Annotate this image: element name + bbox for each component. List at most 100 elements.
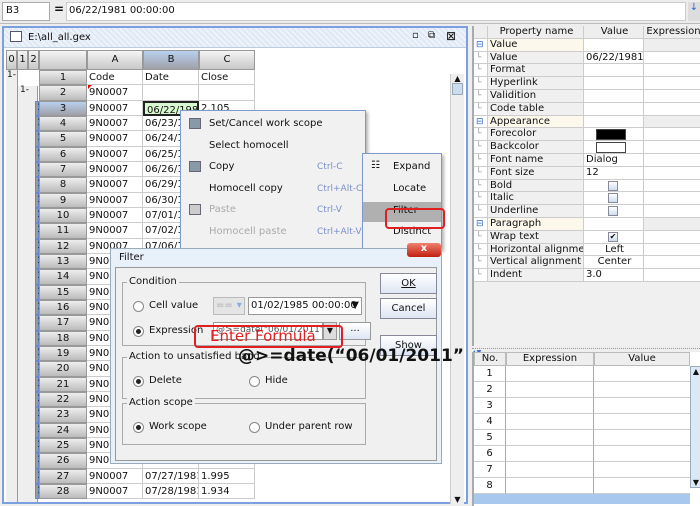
property-expression[interactable]	[644, 192, 700, 206]
formula-input[interactable]: 06/22/1981 00:00:00	[66, 2, 686, 21]
expression-radio[interactable]	[133, 326, 144, 337]
ok-button[interactable]: OK	[380, 273, 437, 294]
property-value[interactable]: 12	[584, 166, 644, 180]
operator-select[interactable]: == ▾	[213, 297, 245, 315]
property-expression[interactable]	[644, 38, 700, 52]
menu-item-homocell-paste[interactable]: Homocell paste Ctrl+Alt-V	[181, 225, 365, 245]
grid-cell[interactable]: 1.995	[199, 468, 255, 484]
cancel-button[interactable]: Cancel	[380, 298, 437, 319]
level-button-0[interactable]: 0	[6, 50, 17, 70]
grid-cell[interactable]: 07/27/1981	[143, 468, 199, 484]
grid-cell[interactable]: Close	[199, 70, 255, 86]
tree-line[interactable]: └	[474, 205, 488, 218]
property-expression[interactable]	[644, 90, 700, 103]
tree-line[interactable]: └	[474, 179, 488, 193]
row-header-9[interactable]: 9	[39, 192, 87, 208]
variable-value-cell[interactable]	[594, 382, 690, 398]
grid-cell[interactable]: Date	[143, 70, 199, 86]
property-expression[interactable]	[644, 128, 700, 142]
submenu-item-locate[interactable]: Locate	[363, 180, 441, 200]
menu-item-copy[interactable]: Copy Ctrl-C	[181, 160, 365, 180]
grid-cell[interactable]: 9N0007	[87, 177, 143, 193]
dialog-close-icon[interactable]: x	[407, 243, 441, 257]
row-header-28[interactable]: 28	[39, 483, 87, 500]
property-expression[interactable]	[644, 243, 700, 257]
corner-header[interactable]	[39, 50, 87, 70]
grid-cell[interactable]: 9N0007	[87, 223, 143, 239]
row-header-7[interactable]: 7	[39, 161, 87, 178]
property-expression[interactable]	[644, 102, 700, 116]
tree-line[interactable]: └	[474, 230, 488, 244]
checkbox[interactable]	[608, 193, 618, 204]
property-value[interactable]: 06/22/1981...	[584, 51, 644, 65]
checkbox[interactable]	[608, 180, 618, 191]
row-header-16[interactable]: 16	[39, 299, 87, 316]
row-header-22[interactable]: 22	[39, 391, 87, 408]
row-header-25[interactable]: 25	[39, 437, 87, 454]
row-header-17[interactable]: 17	[39, 315, 87, 331]
variable-value-cell[interactable]	[594, 446, 690, 462]
tree-line[interactable]: └	[474, 256, 488, 270]
checkbox[interactable]	[608, 206, 618, 217]
column-header-C[interactable]: C	[199, 50, 255, 70]
tree-line[interactable]: └	[474, 243, 488, 257]
property-value[interactable]: 3.0	[584, 269, 644, 282]
property-value[interactable]	[584, 205, 644, 218]
variable-expression-cell[interactable]	[506, 478, 594, 494]
property-expression[interactable]	[644, 256, 700, 270]
property-value[interactable]	[584, 192, 644, 206]
grid-cell[interactable]: 9N0007	[87, 131, 143, 147]
row-header-12[interactable]: 12	[39, 238, 87, 254]
work-scope-radio[interactable]	[133, 422, 144, 433]
property-value[interactable]	[584, 90, 644, 103]
variable-value-cell[interactable]	[594, 462, 690, 478]
property-expression[interactable]	[644, 141, 700, 154]
grid-cell[interactable]: 9N0007	[87, 468, 143, 484]
vertical-scrollbar[interactable]: ▲ ▼	[450, 74, 464, 504]
column-header-A[interactable]: A	[87, 50, 143, 70]
property-value[interactable]	[584, 64, 644, 78]
variable-expression-cell[interactable]	[506, 462, 594, 478]
variable-expression-cell[interactable]	[506, 366, 594, 382]
row-header-24[interactable]: 24	[39, 422, 87, 438]
row-header-11[interactable]: 11	[39, 223, 87, 239]
property-value[interactable]	[584, 179, 644, 193]
variable-value-cell[interactable]	[594, 366, 690, 382]
property-value[interactable]: Dialog	[584, 154, 644, 167]
row-header-27[interactable]: 27	[39, 468, 87, 484]
row-header-19[interactable]: 19	[39, 345, 87, 362]
column-header-B[interactable]: B	[143, 50, 199, 70]
restore-icon[interactable]: ⧉	[428, 30, 435, 41]
tree-line[interactable]: └	[474, 51, 488, 65]
property-value[interactable]: Left	[584, 243, 644, 257]
tree-line[interactable]: └	[474, 166, 488, 180]
tree-line[interactable]: └	[474, 269, 488, 282]
property-value[interactable]	[584, 77, 644, 90]
row-header-2[interactable]: 2	[39, 85, 87, 101]
property-value[interactable]: Center	[584, 256, 644, 270]
menu-item-paste[interactable]: Paste Ctrl-V	[181, 203, 365, 223]
grid-cell[interactable]: 9N0007	[87, 115, 143, 132]
collapse-icon[interactable]: ⊟	[474, 38, 488, 52]
variable-expression-cell[interactable]	[506, 430, 594, 446]
row-header-1[interactable]: 1	[39, 70, 87, 86]
tree-line[interactable]: └	[474, 90, 488, 103]
variable-value-cell[interactable]	[594, 430, 690, 446]
variable-expression-cell[interactable]	[506, 414, 594, 430]
row-header-13[interactable]: 13	[39, 253, 87, 270]
row-header-20[interactable]: 20	[39, 361, 87, 377]
property-value[interactable]	[584, 141, 644, 154]
variable-expression-cell[interactable]	[506, 446, 594, 462]
menu-item-set-cancel-work-scope[interactable]: Set/Cancel work scope	[181, 117, 365, 137]
menu-item-homocell-copy[interactable]: Homocell copy Ctrl+Alt-C	[181, 182, 365, 202]
color-swatch[interactable]	[596, 142, 626, 153]
cell-value-radio[interactable]	[133, 301, 144, 312]
property-expression[interactable]	[644, 51, 700, 65]
tree-line[interactable]: └	[474, 192, 488, 206]
color-swatch[interactable]	[596, 129, 626, 141]
delete-radio[interactable]	[133, 376, 144, 387]
property-value[interactable]	[584, 115, 644, 129]
row-header-5[interactable]: 5	[39, 131, 87, 147]
variable-value-cell[interactable]	[594, 398, 690, 414]
tree-line[interactable]: └	[474, 102, 488, 116]
